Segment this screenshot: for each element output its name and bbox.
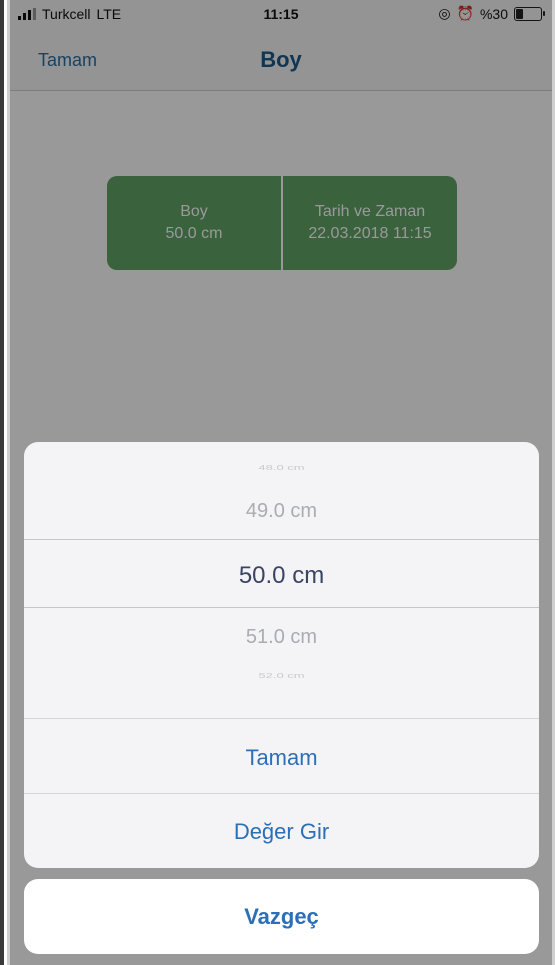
cancel-button[interactable]: Vazgeç: [24, 879, 539, 954]
frame-edge: [0, 0, 4, 965]
picker-item[interactable]: 51.0 cm: [24, 626, 539, 649]
enter-value-button[interactable]: Değer Gir: [24, 819, 539, 845]
confirm-button[interactable]: Tamam: [24, 745, 539, 771]
picker-selection-line: [24, 607, 539, 608]
picker-item-selected[interactable]: 50.0 cm: [24, 562, 539, 590]
sheet-divider: [24, 793, 539, 794]
picker-item[interactable]: 52.0 cm: [24, 671, 539, 679]
phone-screen: Turkcell LTE 11:15 ◎ ⏰ %30 Tamam Boy Boy…: [10, 0, 552, 965]
height-picker[interactable]: 48.0 cm 49.0 cm 50.0 cm 51.0 cm 52.0 cm: [24, 442, 539, 718]
picker-item[interactable]: 49.0 cm: [24, 500, 539, 523]
picker-item[interactable]: 48.0 cm: [24, 463, 539, 471]
picker-selection-line: [24, 539, 539, 540]
sheet-divider: [24, 718, 539, 719]
action-sheet: 48.0 cm 49.0 cm 50.0 cm 51.0 cm 52.0 cm …: [24, 442, 539, 868]
